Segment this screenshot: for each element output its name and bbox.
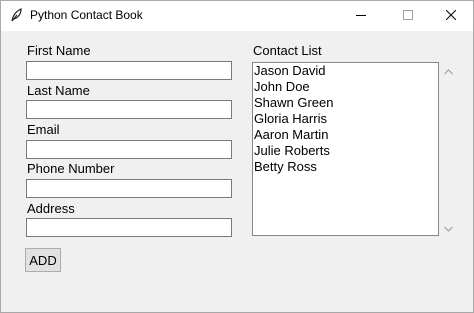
phone-number-field[interactable] [26, 179, 232, 198]
contact-list-scrollbar[interactable] [440, 62, 457, 236]
window-title: Python Contact Book [30, 8, 143, 22]
list-item[interactable]: John Doe [253, 79, 438, 95]
list-item[interactable]: Aaron Martin [253, 127, 438, 143]
list-item[interactable]: Gloria Harris [253, 111, 438, 127]
maximize-icon [403, 7, 413, 25]
close-icon [445, 7, 457, 25]
last-name-field[interactable] [26, 100, 232, 119]
minimize-icon [356, 7, 366, 25]
list-item[interactable]: Julie Roberts [253, 143, 438, 159]
contact-list[interactable]: Jason David John Doe Shawn Green Gloria … [252, 62, 439, 236]
last-name-label: Last Name [27, 83, 90, 98]
scroll-down-button[interactable] [440, 219, 457, 236]
list-item[interactable]: Betty Ross [253, 159, 438, 175]
minimize-button[interactable] [339, 1, 383, 31]
feather-icon [9, 7, 25, 23]
email-label: Email [27, 122, 60, 137]
close-button[interactable] [429, 1, 473, 31]
chevron-up-icon [444, 62, 453, 80]
app-window: Python Contact Book First Name Last Name… [0, 0, 474, 313]
list-item[interactable]: Jason David [253, 63, 438, 79]
first-name-field[interactable] [26, 61, 232, 80]
contact-list-label: Contact List [253, 43, 322, 58]
maximize-button[interactable] [386, 1, 430, 31]
scroll-up-button[interactable] [440, 62, 457, 79]
first-name-label: First Name [27, 43, 91, 58]
phone-number-label: Phone Number [27, 161, 115, 176]
list-item[interactable]: Shawn Green [253, 95, 438, 111]
chevron-down-icon [444, 219, 453, 237]
email-field[interactable] [26, 140, 232, 159]
address-label: Address [27, 201, 75, 216]
title-bar[interactable]: Python Contact Book [1, 1, 473, 31]
address-field[interactable] [26, 218, 232, 237]
add-button[interactable]: ADD [25, 248, 61, 272]
